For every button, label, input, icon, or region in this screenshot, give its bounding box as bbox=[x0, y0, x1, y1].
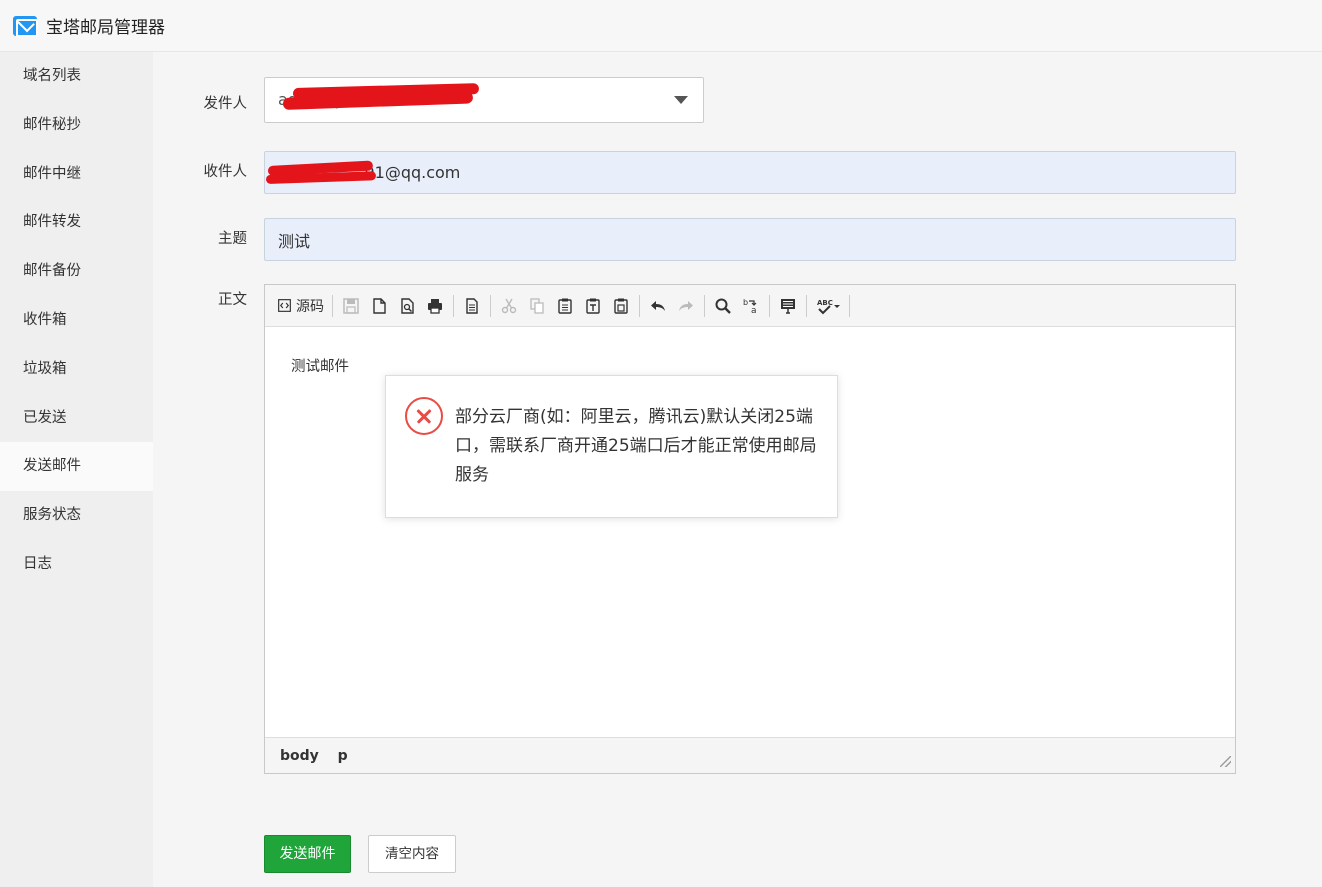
preview-button[interactable] bbox=[393, 292, 421, 320]
undo-button[interactable] bbox=[644, 292, 672, 320]
save-button[interactable] bbox=[337, 292, 365, 320]
spellcheck-button[interactable]: ABC bbox=[811, 292, 845, 320]
sidebar-item-sent[interactable]: 已发送 bbox=[0, 394, 153, 443]
subject-input[interactable] bbox=[264, 218, 1236, 261]
replace-icon: ba bbox=[743, 298, 757, 315]
copy-icon bbox=[530, 297, 544, 314]
paste-icon bbox=[558, 298, 572, 314]
resize-grip-icon[interactable] bbox=[1220, 756, 1231, 767]
body-label: 正文 bbox=[218, 292, 247, 308]
toolbar-divider bbox=[639, 294, 640, 317]
toolbar-divider bbox=[849, 294, 850, 317]
path-body[interactable]: body bbox=[280, 748, 319, 764]
sidebar: 域名列表 邮件秘抄 邮件中继 邮件转发 邮件备份 收件箱 垃圾箱 已发送 发送邮… bbox=[0, 52, 153, 887]
clear-content-button[interactable]: 清空内容 bbox=[368, 835, 456, 873]
error-message: 部分云厂商(如：阿里云，腾讯云)默认关闭25端口，需联系厂商开通25端口后才能正… bbox=[455, 407, 817, 485]
templates-icon bbox=[466, 297, 478, 314]
mail-icon bbox=[13, 15, 38, 37]
source-code-button[interactable]: 源码 bbox=[273, 292, 328, 320]
sidebar-item-mail-forward[interactable]: 邮件转发 bbox=[0, 198, 153, 247]
recipient-input[interactable] bbox=[264, 151, 1236, 194]
toolbar-divider bbox=[769, 294, 770, 317]
editor-toolbar: 源码 ba ABC bbox=[265, 285, 1235, 327]
rich-text-editor[interactable]: 源码 ba ABC 测试邮件 body p bbox=[264, 284, 1236, 774]
source-code-label: 源码 bbox=[296, 298, 324, 315]
sidebar-item-mail-bcc[interactable]: 邮件秘抄 bbox=[0, 101, 153, 150]
cut-button[interactable] bbox=[495, 292, 523, 320]
paste-text-button[interactable] bbox=[579, 292, 607, 320]
sidebar-item-logs[interactable]: 日志 bbox=[0, 540, 153, 589]
paste-word-button[interactable] bbox=[607, 292, 635, 320]
scissors-icon bbox=[501, 298, 517, 313]
toolbar-divider bbox=[490, 294, 491, 317]
copy-button[interactable] bbox=[523, 292, 551, 320]
new-document-button[interactable] bbox=[365, 292, 393, 320]
spellcheck-icon: ABC bbox=[817, 299, 840, 314]
source-code-icon bbox=[278, 299, 291, 312]
show-blocks-button[interactable] bbox=[774, 292, 802, 320]
sidebar-item-junk[interactable]: 垃圾箱 bbox=[0, 345, 153, 394]
subject-label: 主题 bbox=[218, 231, 247, 247]
paste-text-icon bbox=[586, 298, 600, 314]
send-mail-button[interactable]: 发送邮件 bbox=[264, 835, 351, 873]
svg-text:ABC: ABC bbox=[817, 299, 833, 307]
sidebar-item-mail-backup[interactable]: 邮件备份 bbox=[0, 247, 153, 296]
sidebar-item-compose[interactable]: 发送邮件 bbox=[0, 442, 153, 492]
svg-text:b: b bbox=[743, 298, 748, 307]
redo-icon bbox=[679, 300, 693, 311]
show-blocks-icon bbox=[781, 298, 795, 314]
sidebar-item-service-status[interactable]: 服务状态 bbox=[0, 491, 153, 540]
search-icon bbox=[715, 298, 731, 314]
error-icon bbox=[405, 397, 443, 435]
toolbar-divider bbox=[806, 294, 807, 317]
editor-statusbar: body p bbox=[265, 737, 1235, 773]
templates-button[interactable] bbox=[458, 292, 486, 320]
chevron-down-icon bbox=[674, 96, 688, 104]
save-icon bbox=[343, 297, 359, 314]
replace-button[interactable]: ba bbox=[737, 292, 765, 320]
sidebar-item-inbox[interactable]: 收件箱 bbox=[0, 296, 153, 345]
app-title: 宝塔邮局管理器 bbox=[46, 18, 165, 38]
title-bar: 宝塔邮局管理器 bbox=[0, 0, 1322, 52]
svg-text:a: a bbox=[751, 306, 757, 315]
print-icon bbox=[428, 298, 442, 314]
path-p[interactable]: p bbox=[338, 748, 348, 764]
sender-label: 发件人 bbox=[203, 96, 248, 112]
sidebar-item-domain-list[interactable]: 域名列表 bbox=[0, 52, 153, 101]
print-button[interactable] bbox=[421, 292, 449, 320]
paste-word-icon bbox=[614, 298, 628, 314]
undo-icon bbox=[651, 300, 665, 311]
redo-button[interactable] bbox=[672, 292, 700, 320]
recipient-label: 收件人 bbox=[203, 164, 248, 180]
toolbar-divider bbox=[453, 294, 454, 317]
sidebar-item-mail-relay[interactable]: 邮件中继 bbox=[0, 150, 153, 199]
error-dialog: 部分云厂商(如：阿里云，腾讯云)默认关闭25端口，需联系厂商开通25端口后才能正… bbox=[385, 375, 838, 518]
preview-icon bbox=[401, 297, 414, 314]
find-button[interactable] bbox=[709, 292, 737, 320]
new-document-icon bbox=[373, 297, 386, 314]
paste-button[interactable] bbox=[551, 292, 579, 320]
body-paragraph: 测试邮件 bbox=[291, 359, 349, 375]
toolbar-divider bbox=[332, 294, 333, 317]
toolbar-divider bbox=[704, 294, 705, 317]
